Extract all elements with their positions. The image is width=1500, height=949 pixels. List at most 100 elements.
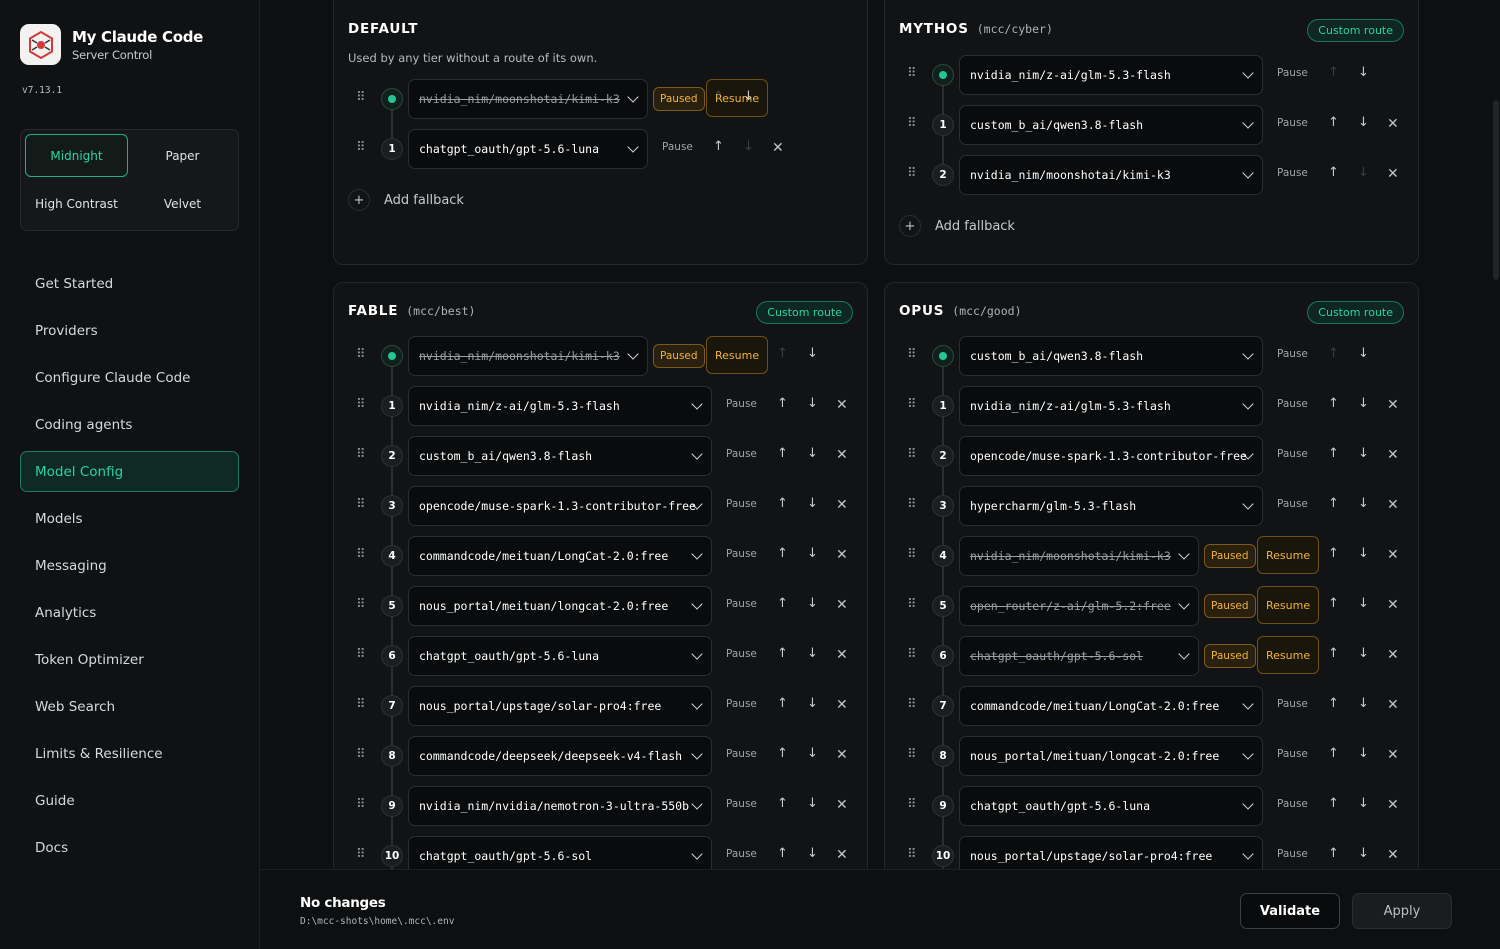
move-down-icon[interactable]: ↓ [807, 396, 818, 411]
model-select[interactable]: nvidia_nim/z-ai/glm-5.3-flash [959, 55, 1263, 95]
move-up-icon[interactable]: ↑ [777, 696, 788, 711]
model-select[interactable]: nvidia_nim/moonshotai/kimi-k3 [959, 155, 1263, 195]
drag-handle-icon[interactable]: ⠿ [907, 697, 916, 713]
model-select[interactable]: opencode/muse-spark-1.3-contributor-free [959, 436, 1263, 476]
move-down-icon[interactable]: ↓ [1358, 596, 1369, 611]
drag-handle-icon[interactable]: ⠿ [907, 397, 916, 413]
move-up-icon[interactable]: ↑ [777, 396, 788, 411]
remove-icon[interactable]: ✕ [1387, 847, 1399, 863]
pause-button[interactable]: Pause [726, 848, 757, 860]
move-down-icon[interactable]: ↓ [807, 746, 818, 761]
pause-button[interactable]: Pause [1277, 848, 1308, 860]
drag-handle-icon[interactable]: ⠿ [356, 697, 365, 713]
model-select[interactable]: custom_b_ai/qwen3.8-flash [959, 105, 1263, 145]
model-select[interactable]: commandcode/deepseek/deepseek-v4-flash [408, 736, 712, 776]
model-select[interactable]: chatgpt_oauth/gpt-5.6-luna [408, 636, 712, 676]
remove-icon[interactable]: ✕ [836, 697, 848, 713]
remove-icon[interactable]: ✕ [836, 547, 848, 563]
drag-handle-icon[interactable]: ⠿ [356, 347, 365, 363]
nav-item-messaging[interactable]: Messaging [20, 545, 239, 586]
move-up-icon[interactable]: ↑ [777, 346, 788, 361]
remove-icon[interactable]: ✕ [836, 497, 848, 513]
remove-icon[interactable]: ✕ [1387, 747, 1399, 763]
move-down-icon[interactable]: ↓ [1358, 65, 1369, 80]
pause-button[interactable]: Pause [726, 548, 757, 560]
nav-item-guide[interactable]: Guide [20, 780, 239, 821]
move-down-icon[interactable]: ↓ [1358, 446, 1369, 461]
move-down-icon[interactable]: ↓ [1358, 396, 1369, 411]
move-up-icon[interactable]: ↑ [777, 496, 788, 511]
remove-icon[interactable]: ✕ [1387, 397, 1399, 413]
move-up-icon[interactable]: ↑ [777, 596, 788, 611]
move-up-icon[interactable]: ↑ [777, 446, 788, 461]
move-down-icon[interactable]: ↓ [1358, 796, 1369, 811]
drag-handle-icon[interactable]: ⠿ [907, 116, 916, 132]
move-down-icon[interactable]: ↓ [743, 89, 754, 104]
remove-icon[interactable]: ✕ [1387, 597, 1399, 613]
nav-item-token-optimizer[interactable]: Token Optimizer [20, 639, 239, 680]
model-select[interactable]: chatgpt_oauth/gpt-5.6-luna [959, 786, 1263, 826]
model-select[interactable]: nvidia_nim/moonshotai/kimi-k3 [408, 336, 648, 376]
pause-button[interactable]: Pause [1277, 498, 1308, 510]
model-select[interactable]: nvidia_nim/z-ai/glm-5.3-flash [408, 386, 712, 426]
move-down-icon[interactable]: ↓ [1358, 346, 1369, 361]
pause-button[interactable]: Pause [726, 698, 757, 710]
model-select[interactable]: nvidia_nim/moonshotai/kimi-k3 [959, 536, 1199, 576]
remove-icon[interactable]: ✕ [836, 447, 848, 463]
nav-item-coding-agents[interactable]: Coding agents [20, 404, 239, 445]
move-up-icon[interactable]: ↑ [713, 139, 724, 154]
move-down-icon[interactable]: ↓ [1358, 696, 1369, 711]
move-up-icon[interactable]: ↑ [777, 846, 788, 861]
theme-midnight[interactable]: Midnight [25, 134, 128, 177]
drag-handle-icon[interactable]: ⠿ [356, 747, 365, 763]
nav-item-providers[interactable]: Providers [20, 310, 239, 351]
move-down-icon[interactable]: ↓ [1358, 546, 1369, 561]
pause-button[interactable]: Pause [1277, 167, 1308, 179]
pause-button[interactable]: Pause [726, 498, 757, 510]
move-up-icon[interactable]: ↑ [1328, 446, 1339, 461]
move-down-icon[interactable]: ↓ [1358, 165, 1369, 180]
model-select[interactable]: nous_portal/meituan/longcat-2.0:free [959, 736, 1263, 776]
move-up-icon[interactable]: ↑ [1328, 596, 1339, 611]
resume-button[interactable]: Resume [1257, 586, 1320, 624]
model-select[interactable]: open_router/z-ai/glm-5.2:free [959, 586, 1199, 626]
nav-item-analytics[interactable]: Analytics [20, 592, 239, 633]
pause-button[interactable]: Pause [662, 141, 693, 153]
drag-handle-icon[interactable]: ⠿ [907, 797, 916, 813]
move-up-icon[interactable]: ↑ [777, 746, 788, 761]
pause-button[interactable]: Pause [726, 598, 757, 610]
pause-button[interactable]: Pause [1277, 698, 1308, 710]
model-select[interactable]: nvidia_nim/moonshotai/kimi-k3 [408, 79, 648, 119]
move-up-icon[interactable]: ↑ [1328, 546, 1339, 561]
model-select[interactable]: chatgpt_oauth/gpt-5.6-luna [408, 129, 648, 169]
drag-handle-icon[interactable]: ⠿ [907, 847, 916, 863]
move-down-icon[interactable]: ↓ [807, 696, 818, 711]
remove-icon[interactable]: ✕ [1387, 547, 1399, 563]
move-up-icon[interactable]: ↑ [777, 796, 788, 811]
pause-button[interactable]: Pause [1277, 798, 1308, 810]
pause-button[interactable]: Pause [1277, 748, 1308, 760]
remove-icon[interactable]: ✕ [1387, 447, 1399, 463]
model-select[interactable]: chatgpt_oauth/gpt-5.6-sol [408, 836, 712, 869]
pause-button[interactable]: Pause [1277, 348, 1308, 360]
move-up-icon[interactable]: ↑ [1328, 346, 1339, 361]
scrollbar[interactable] [1493, 100, 1499, 280]
move-down-icon[interactable]: ↓ [807, 496, 818, 511]
pause-button[interactable]: Pause [726, 448, 757, 460]
move-up-icon[interactable]: ↑ [1328, 396, 1339, 411]
apply-button[interactable]: Apply [1352, 893, 1452, 929]
drag-handle-icon[interactable]: ⠿ [907, 447, 916, 463]
add-fallback-button[interactable]: + Add fallback [348, 189, 464, 211]
model-select[interactable]: custom_b_ai/qwen3.8-flash [408, 436, 712, 476]
drag-handle-icon[interactable]: ⠿ [907, 347, 916, 363]
drag-handle-icon[interactable]: ⠿ [356, 547, 365, 563]
drag-handle-icon[interactable]: ⠿ [356, 647, 365, 663]
drag-handle-icon[interactable]: ⠿ [356, 397, 365, 413]
move-up-icon[interactable]: ↑ [1328, 696, 1339, 711]
resume-button[interactable]: Resume [706, 336, 769, 374]
drag-handle-icon[interactable]: ⠿ [356, 597, 365, 613]
nav-item-get-started[interactable]: Get Started [20, 263, 239, 304]
move-down-icon[interactable]: ↓ [807, 796, 818, 811]
remove-icon[interactable]: ✕ [1387, 497, 1399, 513]
drag-handle-icon[interactable]: ⠿ [907, 597, 916, 613]
